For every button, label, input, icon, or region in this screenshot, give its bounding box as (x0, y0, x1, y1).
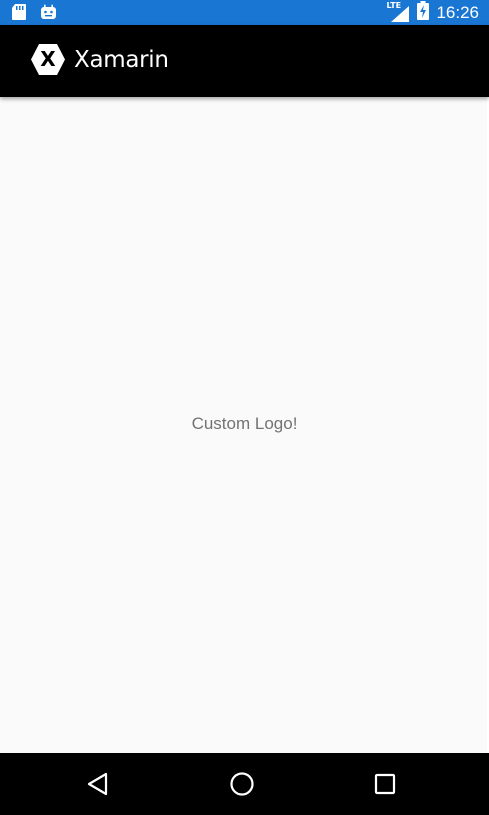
main-content: Custom Logo! (0, 97, 489, 753)
custom-logo-label: Custom Logo! (191, 414, 298, 433)
app-bar: X Xamarin (0, 25, 489, 97)
system-indicators: LTE 16:26 (386, 0, 479, 25)
recents-icon (374, 773, 396, 795)
notification-icons (11, 3, 57, 26)
battery-charging-icon (417, 0, 430, 25)
status-bar: LTE 16:26 (0, 0, 489, 25)
back-button[interactable] (82, 768, 114, 800)
home-icon (230, 772, 254, 796)
recents-button[interactable] (369, 768, 401, 800)
lte-signal-icon: LTE (386, 1, 410, 24)
sd-card-icon (11, 3, 27, 26)
xamarin-logo: X Xamarin (30, 43, 169, 76)
status-clock: 16:26 (436, 3, 479, 22)
back-icon (87, 772, 108, 796)
xamarin-hexagon-icon: X (30, 43, 66, 76)
navigation-bar (0, 753, 489, 815)
app-title: Xamarin (74, 46, 169, 73)
logo-letter: X (40, 47, 56, 71)
android-debug-icon (40, 4, 57, 26)
home-button[interactable] (226, 768, 258, 800)
phone-screen: LTE 16:26 X Xamarin Custom Logo! (0, 0, 489, 815)
